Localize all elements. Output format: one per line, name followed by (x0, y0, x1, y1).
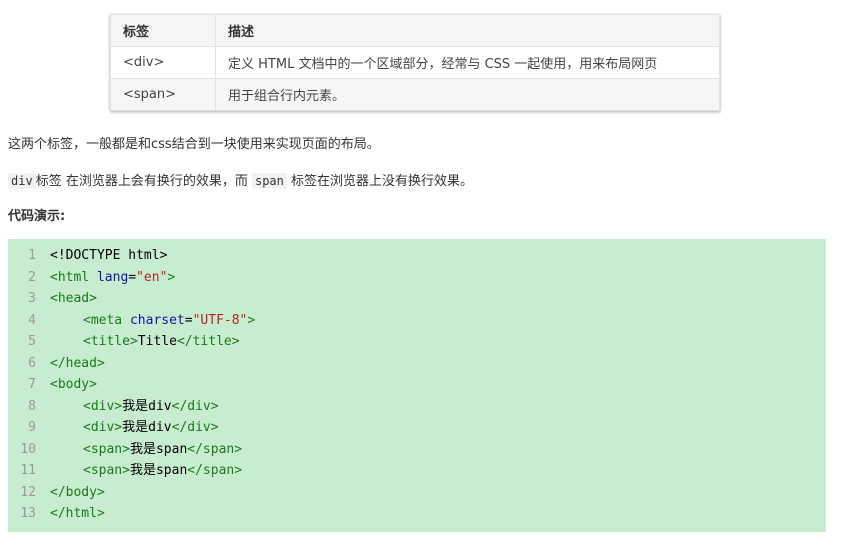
code-tag: <div> (83, 398, 123, 414)
cell-description: 用于组合行内元素。 (215, 78, 720, 111)
code-line: 9 <div>我是div</div> (8, 417, 219, 439)
table-header-row: 标签 描述 (110, 14, 720, 47)
code-tag: </html> (50, 506, 105, 521)
code-tag: </head> (50, 355, 105, 371)
code-line: 10 <span>我是span</span> (8, 439, 242, 461)
table-row: <div> 定义 HTML 文档中的一个区域部分，经常与 CSS 一起使用，用来… (110, 46, 720, 79)
line-number: 12 (20, 484, 36, 500)
code-line: 12 </body> (8, 482, 105, 504)
code-tag: > (247, 312, 256, 328)
code-tag: <div> (83, 420, 123, 435)
code-tag: </title> (176, 334, 240, 349)
code-block: 1 <!DOCTYPE html> 2 <html lang="en"> 3 <hea… (8, 239, 826, 532)
code-attribute: lang (96, 269, 129, 285)
code-tag: </span> (187, 463, 243, 478)
line-number: 6 (28, 355, 36, 371)
paragraph-layout-note: 这两个标签，一般都是和css结合到一块使用来实现页面的布局。 (8, 137, 380, 152)
code-equals: = (128, 269, 137, 285)
line-number: 2 (28, 269, 36, 285)
code-string: "UTF-8" (192, 312, 248, 328)
code-line: 4 <meta charset="UTF-8"> (8, 310, 255, 332)
code-tag: <meta (83, 312, 123, 328)
cell-tag: <div> (110, 46, 216, 79)
line-number: 11 (20, 463, 36, 478)
inline-code-span: span (251, 173, 287, 189)
code-tag: <title> (83, 334, 138, 349)
doctype: <!DOCTYPE html> (50, 248, 168, 263)
cell-description: 定义 HTML 文档中的一个区域部分，经常与 CSS 一起使用，用来布局网页 (215, 46, 720, 79)
code-line: 6 </head> (8, 353, 105, 375)
code-text: 我是span (129, 441, 188, 457)
code-line: 2 <html lang="en"> (8, 267, 175, 289)
code-string: "en" (136, 269, 168, 285)
code-line: 11 <span>我是span</span> (8, 460, 242, 482)
paragraph-text-1: 标签 在浏览器上会有换行的效果，而 (35, 174, 248, 189)
code-line: 7 <body> (8, 374, 97, 396)
paragraph-line-break-note: div 标签 在浏览器上会有换行的效果，而 span 标签在浏览器上没有换行效果。 (8, 170, 473, 189)
code-text: 我是div (122, 420, 172, 435)
header-tag: 标签 (110, 14, 216, 47)
code-tag: <span> (83, 463, 130, 478)
code-tag: > (167, 269, 176, 285)
code-text: Title (137, 334, 177, 349)
line-number: 1 (28, 248, 36, 263)
code-tag: <head> (50, 291, 97, 306)
line-number: 9 (28, 420, 36, 435)
code-line: 5 <title>Title</title> (8, 331, 240, 353)
code-tag: <html (50, 269, 90, 285)
line-number: 4 (28, 312, 36, 328)
code-tag: <body> (50, 377, 97, 392)
code-line: 1 <!DOCTYPE html> (8, 245, 167, 267)
code-text: 我是span (129, 463, 188, 478)
code-text: 我是div (122, 398, 172, 414)
inline-code-div: div (8, 173, 36, 189)
line-number: 3 (28, 291, 36, 306)
line-number: 8 (28, 398, 36, 414)
paragraph-text-2: 标签在浏览器上没有换行效果。 (291, 174, 474, 189)
code-equals: = (184, 312, 193, 328)
code-line: 8 <div>我是div</div> (8, 396, 219, 418)
line-number: 7 (28, 377, 36, 392)
section-heading: 代码演示: (8, 209, 66, 224)
code-tag: </div> (171, 398, 219, 414)
tags-table: 标签 描述 <div> 定义 HTML 文档中的一个区域部分，经常与 CSS 一… (110, 14, 720, 111)
table-row: <span> 用于组合行内元素。 (110, 78, 720, 111)
code-tag: </div> (171, 420, 219, 435)
header-description: 描述 (215, 14, 720, 47)
cell-tag: <span> (110, 78, 216, 111)
line-number: 13 (20, 506, 36, 521)
code-line: 3 <head> (8, 288, 97, 310)
code-tag: </body> (50, 484, 105, 500)
code-attribute: charset (129, 312, 185, 328)
line-number: 5 (28, 334, 36, 349)
code-line: 13 </html> (8, 503, 105, 525)
line-number: 10 (20, 441, 36, 457)
code-tag: </span> (187, 441, 243, 457)
code-tag: <span> (83, 441, 130, 457)
